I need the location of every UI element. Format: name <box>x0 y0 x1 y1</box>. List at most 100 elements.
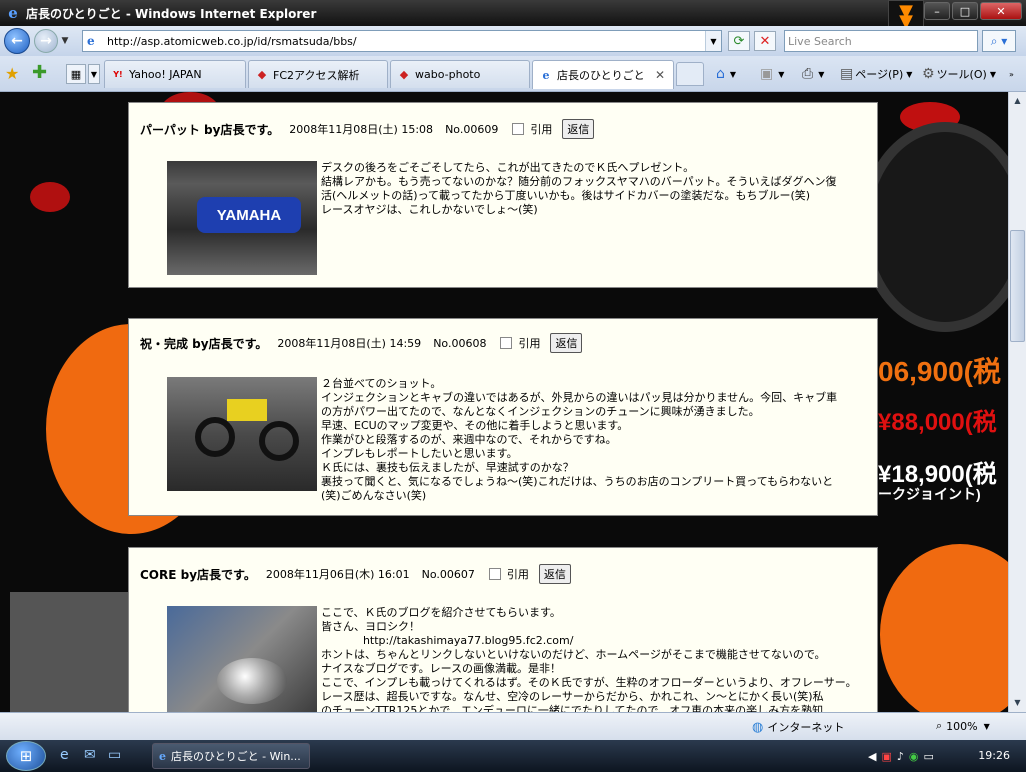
close-button[interactable]: ✕ <box>980 2 1022 20</box>
home-tool[interactable]: ⌂ ▼ <box>716 62 736 86</box>
window-controls: – □ ✕ <box>924 2 1022 20</box>
post-header: パーパット by店長です。 2008年11月08日(土) 15:08 No.00… <box>140 119 595 139</box>
print-tool[interactable]: ⎙ ▼ <box>802 62 824 86</box>
tab-list-dropdown-icon[interactable]: ▼ <box>88 64 100 84</box>
reply-button[interactable]: 返信 <box>562 119 595 139</box>
desktop-quicklaunch-icon[interactable]: ▭ <box>108 747 121 763</box>
search-input[interactable]: Live Search <box>784 30 978 52</box>
orange-circle-decoration <box>880 544 1008 712</box>
price-banner: ークジョイント) <box>878 486 981 502</box>
page-content: 06,900(税 ¥88,000(税 ¥18,900(税 ークジョイント) パー… <box>0 92 1008 712</box>
taskbar-window-button[interactable]: e 店長のひとりごと - Win... <box>152 743 310 769</box>
wabo-icon: ◆ <box>399 68 409 81</box>
page-menu-icon: ▤ <box>840 66 854 82</box>
start-button[interactable]: ⊞ <box>6 741 46 771</box>
zone-label: インターネット <box>767 721 845 734</box>
price-banner: ¥88,000(税 <box>878 409 997 436</box>
new-tab-button[interactable] <box>676 62 704 86</box>
quick-tabs-icon[interactable]: ▦ <box>66 64 86 84</box>
speaker-icon[interactable]: ♪ <box>897 750 904 763</box>
clock[interactable]: 19:26 <box>978 749 1010 762</box>
tab-label: Yahoo! JAPAN <box>129 68 202 81</box>
post-image <box>167 377 317 491</box>
zoom-control[interactable]: ⌕ 100% ▼ <box>936 719 990 733</box>
ie-icon: e <box>159 749 166 763</box>
page-menu[interactable]: ▤ ページ(P) ▼ <box>840 62 912 86</box>
tab-bar: ★ ✚ ▦ ▼ Y! Yahoo! JAPAN ◆ FC2アクセス解析 ◆ wa… <box>0 56 1026 92</box>
tools-menu[interactable]: ⚙ ツール(O) ▼ <box>922 62 996 86</box>
post-body: ここで、Ｋ氏のブログを紹介させてもらいます。 皆さん、ヨロシク！ http://… <box>321 606 873 712</box>
status-bar: ◍ インターネット ⌕ 100% ▼ <box>0 712 1026 740</box>
network-icon[interactable]: ◉ <box>909 750 919 763</box>
fc2-icon: ◆ <box>257 68 267 81</box>
post-number: No.00608 <box>433 336 487 350</box>
motorcycle-body <box>227 399 267 421</box>
back-button[interactable]: ← <box>4 28 30 54</box>
post-body: ２台並べてのショット。 インジェクションとキャブの違いではあるが、外見からの違い… <box>321 377 838 502</box>
tray-app-icon[interactable]: ▣ <box>881 750 891 763</box>
exhaust-muffler <box>217 658 287 704</box>
rss-icon: ▣ <box>760 66 774 82</box>
more-tools[interactable]: » <box>1006 62 1014 86</box>
zoom-icon: ⌕ <box>936 719 943 732</box>
red-splash-decoration <box>30 182 70 212</box>
system-tray: ◀ ▣ ♪ ◉ ▭ 19:26 <box>868 743 1026 769</box>
tab-tencho[interactable]: e 店長のひとりごと ✕ <box>532 60 674 89</box>
cite-checkbox[interactable] <box>488 568 501 580</box>
battery-icon[interactable]: ▭ <box>924 750 934 763</box>
reply-button[interactable]: 返信 <box>538 564 571 584</box>
tray-arrow-icon[interactable]: ◀ <box>868 750 876 763</box>
minimize-button[interactable]: – <box>924 2 950 20</box>
taskbar: ⊞ e ✉ ▭ e 店長のひとりごと - Win... ◀ ▣ ♪ ◉ ▭ 19… <box>0 740 1026 772</box>
history-dropdown-icon[interactable]: ▼ <box>58 36 72 46</box>
tab-wabo-photo[interactable]: ◆ wabo-photo <box>390 60 530 88</box>
page-menu-label: ページ(P) <box>855 68 904 81</box>
motorcycle-wheel <box>195 417 235 457</box>
mail-quicklaunch-icon[interactable]: ✉ <box>84 747 96 763</box>
tab-yahoo[interactable]: Y! Yahoo! JAPAN <box>104 60 246 88</box>
post-image: YAMAHA <box>167 161 317 275</box>
maximize-button[interactable]: □ <box>952 2 978 20</box>
scroll-down-icon[interactable]: ▼ <box>1010 694 1025 710</box>
window-title: 店長のひとりごと - Windows Internet Explorer <box>26 6 317 21</box>
cite-label: 引用 <box>518 337 541 350</box>
stop-button[interactable]: ✕ <box>754 31 776 51</box>
tab-fc2[interactable]: ◆ FC2アクセス解析 <box>248 60 388 88</box>
post-number: No.00609 <box>445 122 499 136</box>
search-button[interactable]: ⌕ ▾ <box>982 30 1016 52</box>
add-favorites-icon[interactable]: ✚ <box>32 62 47 83</box>
yahoo-icon: Y! <box>113 70 123 79</box>
cite-checkbox[interactable] <box>500 337 513 349</box>
favorites-star-icon[interactable]: ★ <box>5 64 19 83</box>
tab-label: wabo-photo <box>415 68 481 81</box>
url-dropdown-icon[interactable]: ▼ <box>705 31 721 51</box>
post-date: 2008年11月06日(木) 16:01 <box>265 568 410 581</box>
blog-link[interactable]: http://takashimaya77.blog95.fc2.com/ <box>321 634 873 648</box>
ie-quicklaunch-icon[interactable]: e <box>60 747 69 763</box>
post-image <box>167 606 317 712</box>
ie-page-icon: e <box>542 68 550 82</box>
security-zone[interactable]: ◍ インターネット <box>752 719 844 735</box>
post-number: No.00607 <box>421 567 475 581</box>
ie-logo-icon: e <box>8 4 18 22</box>
post-date: 2008年11月08日(土) 15:08 <box>289 123 434 136</box>
post-title: 祝・完成 by店長です。 <box>140 336 268 351</box>
chevron-right-icon: » <box>1009 69 1014 79</box>
feeds-tool[interactable]: ▣ ▼ <box>760 62 784 86</box>
printer-icon: ⎙ <box>802 66 814 82</box>
url-field[interactable]: e http://asp.atomicweb.co.jp/id/rsmatsud… <box>82 30 722 52</box>
post-title: CORE by店長です。 <box>140 567 256 582</box>
vertical-scrollbar[interactable]: ▲ ▼ <box>1008 92 1026 712</box>
yamaha-barpad: YAMAHA <box>197 197 301 233</box>
scroll-thumb[interactable] <box>1010 230 1025 342</box>
post-header: CORE by店長です。 2008年11月06日(木) 16:01 No.006… <box>140 564 571 584</box>
cite-checkbox[interactable] <box>512 123 525 135</box>
reply-button[interactable]: 返信 <box>550 333 583 353</box>
tab-close-icon[interactable]: ✕ <box>655 68 665 82</box>
forward-button[interactable]: → <box>34 29 58 53</box>
title-bar: e 店長のひとりごと - Windows Internet Explorer –… <box>0 0 1026 26</box>
tire-decoration <box>860 122 1008 332</box>
refresh-button[interactable]: ⟳ <box>728 31 750 51</box>
scroll-up-icon[interactable]: ▲ <box>1010 92 1025 108</box>
home-icon: ⌂ <box>716 66 725 82</box>
